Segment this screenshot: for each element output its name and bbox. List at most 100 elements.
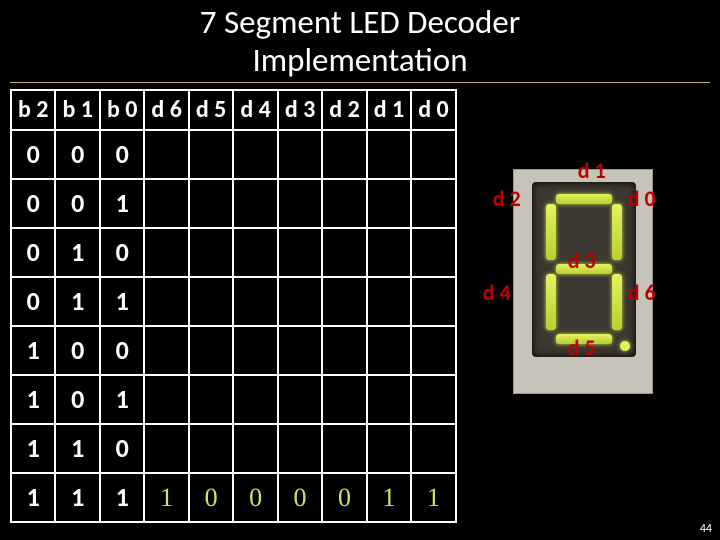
col-header: d 5 [189, 90, 233, 130]
truth-table: b 2b 1b 0d 6d 5d 4d 3d 2d 1d 0 000001010… [10, 89, 457, 523]
handwritten-value: 0 [338, 483, 351, 512]
input-cell: 0 [55, 179, 99, 228]
output-cell [367, 179, 411, 228]
output-cell [233, 375, 277, 424]
label-d5: d 5 [568, 334, 596, 361]
output-cell [233, 228, 277, 277]
output-cell [278, 424, 322, 473]
input-cell: 1 [11, 424, 55, 473]
output-cell [322, 228, 366, 277]
label-d0: d 0 [628, 185, 656, 212]
col-header: d 4 [233, 90, 277, 130]
output-cell [367, 326, 411, 375]
table-row: 110 [11, 424, 456, 473]
output-cell [144, 326, 188, 375]
output-cell [278, 179, 322, 228]
table-row: 1111000011 [11, 473, 456, 522]
output-cell [233, 130, 277, 179]
slide-title: 7 Segment LED Decoder Implementation [10, 0, 710, 83]
input-cell: 0 [100, 130, 144, 179]
segment-d4 [546, 274, 556, 330]
col-header: d 2 [322, 90, 366, 130]
output-cell [233, 277, 277, 326]
output-cell: 0 [189, 473, 233, 522]
output-cell [411, 228, 455, 277]
input-cell: 0 [55, 375, 99, 424]
input-cell: 1 [55, 228, 99, 277]
output-cell [367, 375, 411, 424]
input-cell: 0 [11, 179, 55, 228]
output-cell [322, 424, 366, 473]
segment-d1 [556, 194, 612, 204]
input-cell: 1 [100, 179, 144, 228]
table-row: 010 [11, 228, 456, 277]
input-cell: 1 [100, 473, 144, 522]
table-row: 011 [11, 277, 456, 326]
output-cell [233, 424, 277, 473]
content-area: b 2b 1b 0d 6d 5d 4d 3d 2d 1d 0 000001010… [0, 83, 720, 523]
input-cell: 0 [11, 228, 55, 277]
segment-d2 [546, 204, 556, 260]
output-cell [411, 375, 455, 424]
col-header: b 1 [55, 90, 99, 130]
output-cell [411, 326, 455, 375]
output-cell [411, 424, 455, 473]
output-cell [144, 375, 188, 424]
label-d4: d 4 [483, 279, 511, 306]
input-cell: 1 [11, 375, 55, 424]
label-d3: d 3 [568, 247, 596, 274]
col-header: d 3 [278, 90, 322, 130]
output-cell: 0 [233, 473, 277, 522]
input-cell: 1 [100, 277, 144, 326]
table-row: 001 [11, 179, 456, 228]
col-header: b 2 [11, 90, 55, 130]
output-cell [189, 326, 233, 375]
output-cell [189, 375, 233, 424]
input-cell: 0 [100, 326, 144, 375]
title-line-1: 7 Segment LED Decoder [200, 2, 520, 42]
input-cell: 0 [11, 130, 55, 179]
output-cell [189, 179, 233, 228]
segment-d0 [612, 204, 622, 260]
output-cell: 1 [367, 473, 411, 522]
output-cell: 0 [278, 473, 322, 522]
col-header: b 0 [100, 90, 144, 130]
segment-d6 [612, 274, 622, 330]
page-number: 44 [700, 522, 712, 536]
output-cell [367, 277, 411, 326]
input-cell: 0 [100, 424, 144, 473]
input-cell: 1 [55, 277, 99, 326]
table-row: 101 [11, 375, 456, 424]
input-cell: 1 [55, 473, 99, 522]
output-cell [322, 326, 366, 375]
handwritten-value: 0 [249, 483, 262, 512]
output-cell [322, 375, 366, 424]
output-cell: 1 [144, 473, 188, 522]
input-cell: 1 [11, 326, 55, 375]
output-cell [322, 179, 366, 228]
title-line-2: Implementation [252, 40, 467, 80]
output-cell [367, 130, 411, 179]
input-cell: 1 [55, 424, 99, 473]
handwritten-value: 1 [160, 483, 173, 512]
label-d2: d 2 [493, 185, 521, 212]
decoder-table: b 2b 1b 0d 6d 5d 4d 3d 2d 1d 0 000001010… [10, 89, 457, 523]
handwritten-value: 1 [382, 483, 395, 512]
output-cell [278, 277, 322, 326]
col-header: d 1 [367, 90, 411, 130]
output-cell [144, 424, 188, 473]
output-cell [233, 326, 277, 375]
output-cell [144, 130, 188, 179]
output-cell [322, 130, 366, 179]
output-cell [144, 277, 188, 326]
col-header: d 6 [144, 90, 188, 130]
output-cell [189, 277, 233, 326]
output-cell [411, 130, 455, 179]
output-cell [278, 375, 322, 424]
output-cell [189, 424, 233, 473]
handwritten-value: 1 [427, 483, 440, 512]
output-cell [189, 228, 233, 277]
output-cell [144, 179, 188, 228]
input-cell: 1 [11, 473, 55, 522]
output-cell [189, 130, 233, 179]
